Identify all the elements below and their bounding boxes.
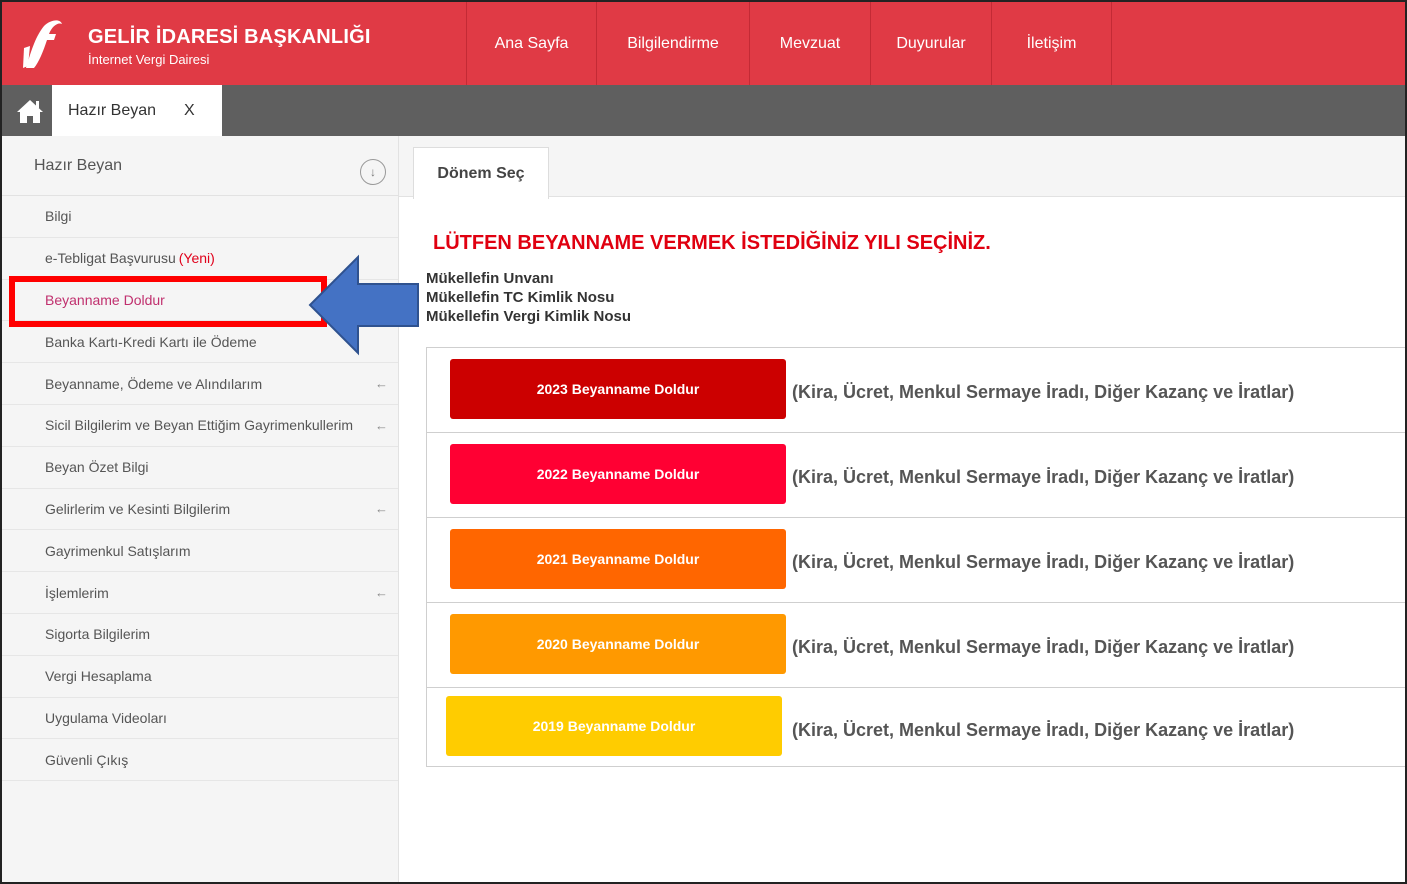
sidebar-item-label: Uygulama Videoları bbox=[45, 709, 167, 726]
sidebar-item-label: Vergi Hesaplama bbox=[45, 668, 152, 685]
taxpayer-title-label: Mükellefin Unvanı bbox=[426, 270, 554, 287]
page-frame: GELİR İDARESİ BAŞKANLIĞI İnternet Vergi … bbox=[0, 0, 1407, 884]
nav-home[interactable]: Ana Sayfa bbox=[466, 2, 596, 85]
sidebar-item-label: Banka Kartı-Kredi Kartı ile Ödeme bbox=[45, 333, 257, 350]
sidebar-item-bilgi[interactable]: Bilgi bbox=[2, 196, 398, 238]
sidebar-item-beyan-ozet[interactable]: Beyan Özet Bilgi bbox=[2, 447, 398, 489]
beyanname-2020-button[interactable]: 2020 Beyanname Doldur bbox=[450, 614, 786, 674]
expand-arrow-icon: ← bbox=[375, 417, 388, 433]
top-header: GELİR İDARESİ BAŞKANLIĞI İnternet Vergi … bbox=[2, 2, 1405, 85]
sidebar-item-label: Gelirlerim ve Kesinti Bilgilerim bbox=[45, 500, 231, 517]
sidebar-item-islemlerim[interactable]: İşlemlerim ← bbox=[2, 572, 398, 614]
sidebar-item-label: Sicil Bilgilerim ve Beyan Ettiğim Gayrim… bbox=[45, 417, 354, 434]
row-description: (Kira, Ücret, Menkul Sermaye İradı, Diğe… bbox=[792, 552, 1295, 572]
expand-arrow-icon: ← bbox=[375, 585, 388, 601]
sidebar-item-kart-odeme[interactable]: Banka Kartı-Kredi Kartı ile Ödeme bbox=[2, 321, 398, 364]
sidebar-item-label: İşlemlerim bbox=[45, 584, 109, 601]
sidebar-item-gelirlerim[interactable]: Gelirlerim ve Kesinti Bilgilerim ← bbox=[2, 489, 398, 531]
sidebar-heading-label: Hazır Beyan bbox=[34, 156, 123, 174]
sidebar-item-videolar[interactable]: Uygulama Videoları bbox=[2, 698, 398, 740]
year-list: 2023 Beyanname Doldur (Kira, Ücret, Menk… bbox=[426, 347, 1405, 767]
tab-donem-sec[interactable]: Dönem Seç bbox=[413, 147, 549, 199]
main-tab-strip bbox=[399, 136, 1405, 196]
brand-subtitle: İnternet Vergi Dairesi bbox=[88, 52, 210, 67]
tab-hazir-beyan[interactable]: Hazır Beyan X bbox=[52, 85, 222, 136]
row-description: (Kira, Ücret, Menkul Sermaye İradı, Diğe… bbox=[792, 720, 1295, 740]
tab-close-button[interactable]: X bbox=[184, 102, 195, 120]
sidebar-item-sicil-bilgilerim[interactable]: Sicil Bilgilerim ve Beyan Ettiğim Gayrim… bbox=[2, 405, 398, 447]
nav-information[interactable]: Bilgilendirme bbox=[596, 2, 749, 85]
sidebar-item-vergi-hesaplama[interactable]: Vergi Hesaplama bbox=[2, 656, 398, 698]
row-description: (Kira, Ücret, Menkul Sermaye İradı, Diğe… bbox=[792, 637, 1295, 657]
row-description: (Kira, Ücret, Menkul Sermaye İradı, Diğe… bbox=[792, 467, 1295, 487]
beyanname-2022-button[interactable]: 2022 Beyanname Doldur bbox=[450, 444, 786, 504]
sidebar-item-label: Beyanname, Ödeme ve Alındılarım bbox=[45, 375, 263, 392]
beyanname-2019-button[interactable]: 2019 Beyanname Doldur bbox=[446, 696, 782, 756]
list-item: 2019 Beyanname Doldur (Kira, Ücret, Menk… bbox=[427, 688, 1405, 766]
sidebar-item-beyanname-odeme[interactable]: Beyanname, Ödeme ve Alındılarım ← bbox=[2, 363, 398, 405]
nav-contact[interactable]: İletişim bbox=[991, 2, 1112, 85]
sidebar-item-beyanname-doldur[interactable]: Beyanname Doldur bbox=[2, 280, 398, 322]
sidebar-item-sigorta[interactable]: Sigorta Bilgilerim bbox=[2, 614, 398, 656]
beyanname-2021-button[interactable]: 2021 Beyanname Doldur bbox=[450, 529, 786, 589]
brand-title: GELİR İDARESİ BAŞKANLIĞI bbox=[88, 26, 371, 48]
beyanname-2023-button[interactable]: 2023 Beyanname Doldur bbox=[450, 359, 786, 419]
sidebar-item-label: e-Tebligat Başvurusu bbox=[45, 250, 176, 267]
list-item: 2023 Beyanname Doldur (Kira, Ücret, Menk… bbox=[427, 348, 1405, 433]
expand-arrow-icon: ← bbox=[375, 376, 388, 392]
tab-bar: Hazır Beyan X bbox=[2, 85, 1405, 136]
taxpayer-tc-label: Mükellefin TC Kimlik Nosu bbox=[426, 289, 615, 306]
taxpayer-vkn-label: Mükellefin Vergi Kimlik Nosu bbox=[426, 308, 632, 325]
home-icon bbox=[17, 100, 43, 123]
page-headline: LÜTFEN BEYANNAME VERMEK İSTEDİĞİNİZ YILI… bbox=[433, 232, 991, 254]
tab-label: Hazır Beyan bbox=[68, 101, 157, 119]
list-item: 2021 Beyanname Doldur (Kira, Ücret, Menk… bbox=[427, 518, 1405, 603]
nav-legislation[interactable]: Mevzuat bbox=[749, 2, 870, 85]
sidebar-item-label: Gayrimenkul Satışlarım bbox=[45, 542, 191, 559]
list-item: 2022 Beyanname Doldur (Kira, Ücret, Menk… bbox=[427, 433, 1405, 518]
main-nav: Ana Sayfa Bilgilendirme Mevzuat Duyurula… bbox=[466, 2, 1112, 85]
gib-logo-icon[interactable] bbox=[22, 18, 66, 70]
list-item: 2020 Beyanname Doldur (Kira, Ücret, Menk… bbox=[427, 603, 1405, 688]
sidebar-item-label: Beyan Özet Bilgi bbox=[45, 459, 149, 476]
sidebar: Hazır Beyan ↓ Bilgi e-Tebligat Başvurusu… bbox=[2, 136, 399, 882]
sidebar-item-e-tebligat[interactable]: e-Tebligat Başvurusu (Yeni) bbox=[2, 238, 398, 280]
home-button[interactable] bbox=[8, 91, 52, 131]
sidebar-item-label: Bilgi bbox=[45, 208, 72, 225]
sidebar-item-label: Güvenli Çıkış bbox=[45, 751, 129, 768]
new-badge: (Yeni) bbox=[178, 250, 215, 267]
sidebar-item-label: Sigorta Bilgilerim bbox=[45, 626, 151, 643]
main-tab-divider bbox=[399, 196, 1405, 197]
nav-announcements[interactable]: Duyurular bbox=[870, 2, 991, 85]
row-description: (Kira, Ücret, Menkul Sermaye İradı, Diğe… bbox=[792, 382, 1295, 402]
sidebar-item-gayrimenkul-satis[interactable]: Gayrimenkul Satışlarım bbox=[2, 530, 398, 573]
sidebar-item-guvenli-cikis[interactable]: Güvenli Çıkış bbox=[2, 739, 398, 782]
expand-arrow-icon: ← bbox=[375, 501, 388, 517]
collapse-down-icon[interactable]: ↓ bbox=[360, 159, 386, 185]
sidebar-heading: Hazır Beyan ↓ bbox=[2, 136, 398, 196]
sidebar-item-label: Beyanname Doldur bbox=[45, 291, 165, 308]
